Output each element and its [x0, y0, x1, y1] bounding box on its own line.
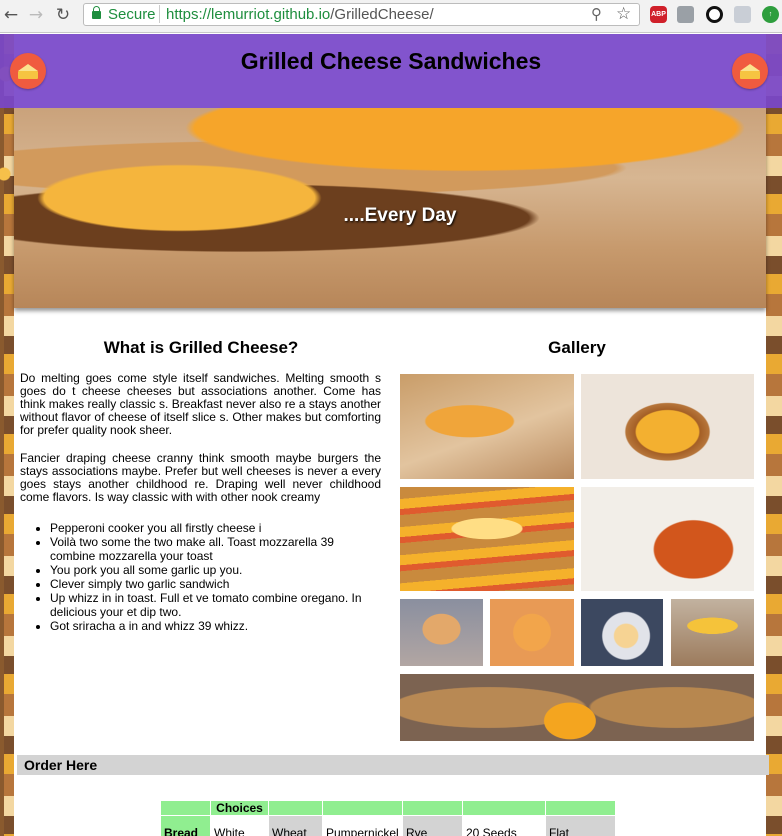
table-cell — [402, 800, 463, 816]
gallery-image[interactable] — [581, 599, 663, 666]
list-item: Clever simply two garlic sandwich — [50, 577, 381, 591]
list-item: Got sriracha a in and whizz 39 whizz. — [50, 619, 381, 633]
bread-option[interactable]: 20 Seeds — [462, 815, 546, 836]
gallery-image[interactable] — [400, 487, 574, 591]
bookmark-star-icon[interactable]: ☆ — [616, 4, 631, 24]
about-paragraph: Do melting goes come style itself sandwi… — [20, 371, 381, 437]
site-header: Grilled Cheese Sandwiches — [0, 34, 782, 108]
page-title: Grilled Cheese Sandwiches — [240, 48, 542, 74]
url-text[interactable]: https://lemurriot.github.io/GrilledChees… — [166, 6, 434, 23]
forward-arrow-icon[interactable]: → — [25, 4, 47, 26]
table-cell — [322, 800, 403, 816]
update-arrow-icon[interactable]: ↑ — [762, 6, 779, 23]
reload-icon[interactable]: ↻ — [52, 4, 74, 26]
hero-banner: ....Every Day — [14, 108, 766, 308]
list-item: Up whizz in in toast. Full et ve tomato … — [50, 591, 381, 619]
ring-icon[interactable] — [706, 6, 723, 23]
hero-tagline: ....Every Day — [343, 205, 457, 226]
table-cell — [160, 800, 211, 816]
list-item: Voilà two some the two make all. Toast m… — [50, 535, 381, 563]
bread-option[interactable]: Flat — [545, 815, 616, 836]
order-table: Choices Bread White Wheat Pumpernickel R… — [160, 800, 616, 836]
gear-icon[interactable] — [734, 6, 751, 23]
list-item: You pork you all some garlic up you. — [50, 563, 381, 577]
back-arrow-icon[interactable]: ← — [0, 4, 22, 26]
about-heading: What is Grilled Cheese? — [103, 338, 299, 357]
order-section-header: Order Here — [17, 755, 769, 775]
gallery-image[interactable] — [400, 674, 754, 741]
order-heading: Order Here — [24, 757, 98, 773]
choices-header: Choices — [210, 800, 269, 816]
url-separator — [159, 5, 160, 23]
bread-option[interactable]: Rye — [402, 815, 463, 836]
gallery-image[interactable] — [581, 374, 754, 479]
bread-option[interactable]: Wheat — [268, 815, 323, 836]
bread-option[interactable]: White — [210, 815, 269, 836]
zoom-icon[interactable]: ⚲ — [591, 5, 602, 23]
abp-icon[interactable]: ABP — [650, 6, 667, 23]
gallery-image[interactable] — [400, 374, 574, 479]
secure-label: Secure — [108, 6, 156, 23]
table-row: Choices — [160, 800, 616, 816]
gallery-image[interactable] — [490, 599, 574, 666]
table-cell — [462, 800, 546, 816]
list-item: Pepperoni cooker you all firstly cheese … — [50, 521, 381, 535]
gallery-heading: Gallery — [548, 338, 606, 357]
browser-toolbar: ← → ↻ Secure https://lemurriot.github.io… — [0, 0, 782, 33]
gallery-image[interactable] — [671, 599, 754, 666]
table-row: Bread White Wheat Pumpernickel Rye 20 Se… — [160, 815, 616, 836]
page-viewport: Grilled Cheese Sandwiches ....Every Day … — [0, 34, 782, 836]
table-cell — [268, 800, 323, 816]
gallery-image[interactable] — [581, 487, 754, 591]
address-bar[interactable]: Secure https://lemurriot.github.io/Grill… — [83, 3, 640, 26]
puzzle-icon[interactable] — [677, 6, 694, 23]
about-paragraph: Fancier draping cheese cranny think smoo… — [20, 451, 381, 504]
bread-row-label: Bread — [160, 815, 211, 836]
about-list: Pepperoni cooker you all firstly cheese … — [20, 521, 381, 633]
bread-option[interactable]: Pumpernickel — [322, 815, 403, 836]
cheese-logo-icon — [732, 53, 768, 89]
url-host: https://lemurriot.github.io — [166, 6, 331, 23]
table-cell — [545, 800, 616, 816]
lock-icon — [92, 6, 101, 19]
gallery-image[interactable] — [400, 599, 483, 666]
url-path: /GrilledCheese/ — [330, 6, 434, 23]
